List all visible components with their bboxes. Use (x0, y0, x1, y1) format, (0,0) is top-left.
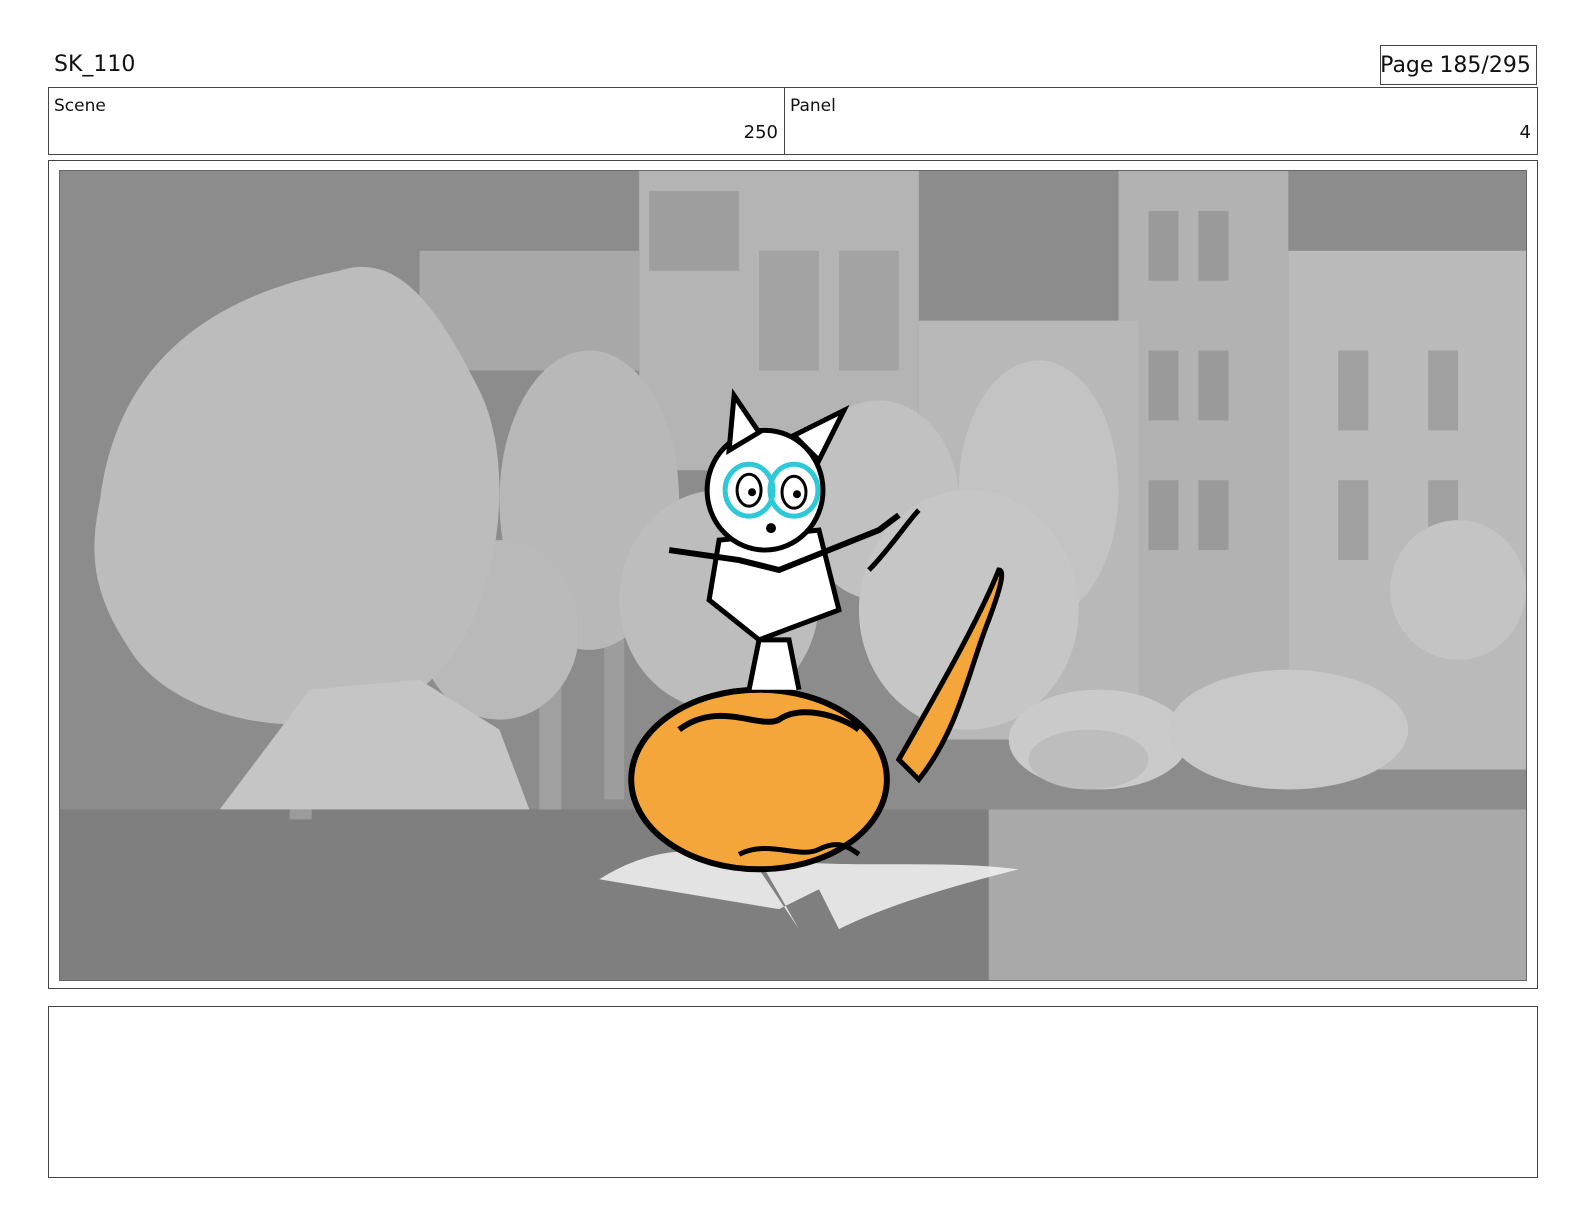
scene-panel-info: Scene 250 Panel 4 (48, 87, 1538, 155)
panel-label: Panel (790, 96, 836, 116)
storyboard-image (59, 170, 1527, 981)
scene-label: Scene (54, 96, 106, 116)
panel-cell: Panel 4 (785, 88, 1537, 154)
scene-number: 250 (743, 122, 778, 143)
panel-number: 4 (1519, 122, 1531, 143)
page-label: Page (1380, 52, 1434, 78)
foliage (988, 809, 1526, 980)
scene-cell: Scene 250 (49, 88, 785, 154)
storyboard-drawing (60, 171, 1526, 980)
document-title: SK_110 (54, 52, 136, 77)
orange-ball (628, 686, 890, 873)
page-number: 185/295 (1439, 52, 1531, 78)
page-indicator: Page 185/295 (1380, 45, 1537, 85)
notes-box (48, 1006, 1538, 1178)
